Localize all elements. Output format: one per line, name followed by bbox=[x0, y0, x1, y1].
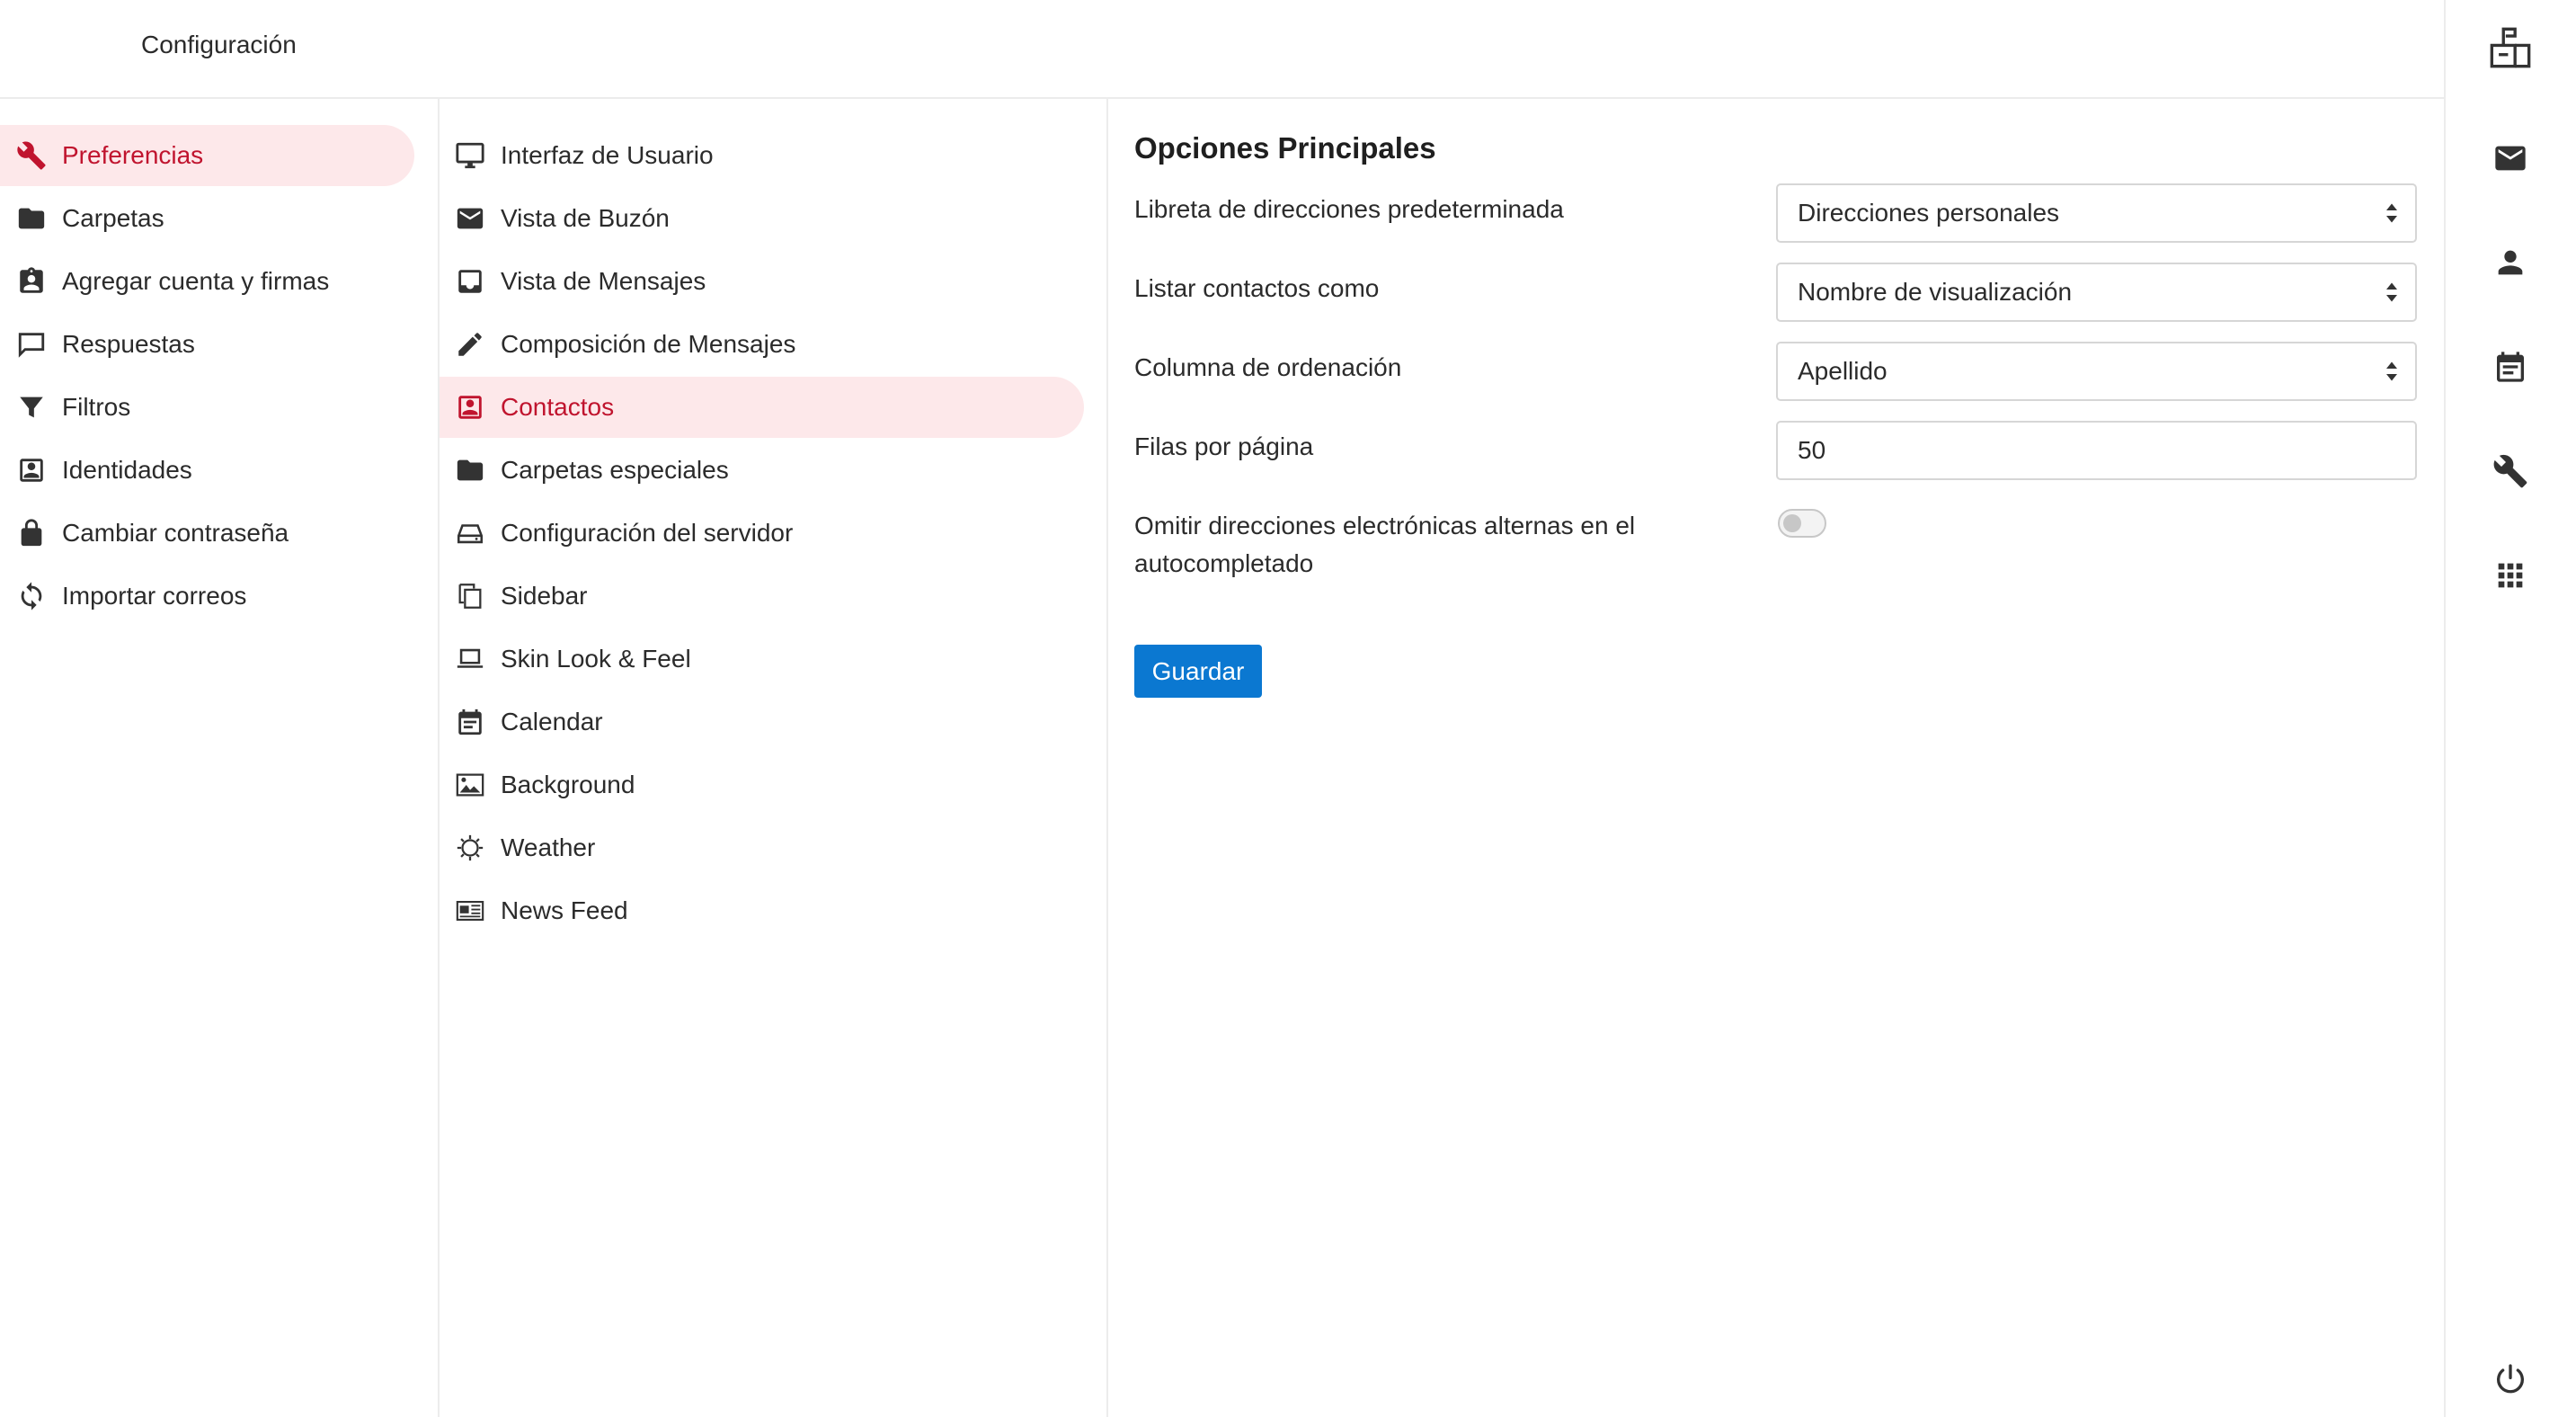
section-label: Contactos bbox=[501, 393, 615, 421]
sort-column-select[interactable]: Apellido bbox=[1776, 342, 2417, 401]
address-book-select[interactable]: Direcciones personales bbox=[1776, 183, 2417, 243]
settings-nav-respuestas[interactable]: Respuestas bbox=[0, 314, 414, 375]
mail-icon[interactable] bbox=[2491, 138, 2530, 178]
section-skin-look-feel[interactable]: Skin Look & Feel bbox=[440, 628, 1084, 690]
section-label: News Feed bbox=[501, 896, 628, 924]
calendar-icon bbox=[454, 706, 486, 738]
contact-card-icon bbox=[454, 391, 486, 423]
filter-icon bbox=[15, 391, 48, 423]
section-label: Sidebar bbox=[501, 582, 588, 610]
settings-nav-label: Agregar cuenta y firmas bbox=[62, 267, 330, 295]
settings-sidebar: Preferencias Carpetas Agregar cuenta y f… bbox=[0, 99, 440, 1417]
image-icon bbox=[454, 769, 486, 801]
select-value: Nombre de visualización bbox=[1798, 278, 2073, 306]
page-title: Configuración bbox=[141, 31, 297, 58]
sort-caret-icon bbox=[2386, 203, 2397, 223]
section-composicion-mensajes[interactable]: Composición de Mensajes bbox=[440, 314, 1084, 375]
server-drive-icon bbox=[454, 517, 486, 549]
contacts-person-icon[interactable] bbox=[2491, 243, 2530, 282]
chat-bubble-icon bbox=[15, 328, 48, 361]
power-icon[interactable] bbox=[2491, 1359, 2530, 1399]
settings-nav-label: Filtros bbox=[62, 393, 131, 421]
settings-nav-label: Identidades bbox=[62, 456, 192, 484]
copy-pages-icon bbox=[454, 580, 486, 612]
settings-nav-importar-correos[interactable]: Importar correos bbox=[0, 566, 414, 627]
address-book-label: Libreta de direcciones predeterminada bbox=[1134, 195, 1564, 223]
section-label: Carpetas especiales bbox=[501, 456, 729, 484]
wrench-icon bbox=[15, 139, 48, 172]
settings-nav-preferencias[interactable]: Preferencias bbox=[0, 125, 414, 186]
sort-caret-icon bbox=[2386, 282, 2397, 302]
section-label: Composición de Mensajes bbox=[501, 330, 796, 358]
settings-nav-carpetas[interactable]: Carpetas bbox=[0, 188, 414, 249]
list-contacts-select[interactable]: Nombre de visualización bbox=[1776, 263, 2417, 322]
section-vista-mensajes[interactable]: Vista de Mensajes bbox=[440, 251, 1084, 312]
save-button[interactable]: Guardar bbox=[1134, 645, 1262, 698]
settings-nav-identidades[interactable]: Identidades bbox=[0, 440, 414, 501]
section-news-feed[interactable]: News Feed bbox=[440, 880, 1084, 941]
toggle-knob bbox=[1783, 514, 1801, 532]
envelope-icon bbox=[454, 202, 486, 235]
section-label: Configuración del servidor bbox=[501, 519, 794, 547]
contacts-preferences-panel: Opciones Principales Libreta de direccio… bbox=[1108, 99, 2444, 1417]
section-contactos[interactable]: Contactos bbox=[440, 377, 1084, 438]
section-vista-buzon[interactable]: Vista de Buzón bbox=[440, 188, 1084, 249]
section-interfaz-usuario[interactable]: Interfaz de Usuario bbox=[440, 125, 1084, 186]
settings-nav-label: Cambiar contraseña bbox=[62, 519, 289, 547]
settings-nav-label: Preferencias bbox=[62, 141, 204, 169]
folder-icon bbox=[454, 454, 486, 486]
input-value: 50 bbox=[1798, 436, 1826, 464]
section-label: Vista de Buzón bbox=[501, 204, 670, 232]
skip-alternate-toggle[interactable] bbox=[1778, 509, 1826, 538]
settings-nav-cambiar-contrasena[interactable]: Cambiar contraseña bbox=[0, 503, 414, 564]
settings-nav-filtros[interactable]: Filtros bbox=[0, 377, 414, 438]
newspaper-icon bbox=[454, 895, 486, 927]
laptop-icon bbox=[454, 643, 486, 675]
account-badge-icon bbox=[15, 265, 48, 298]
lock-icon bbox=[15, 517, 48, 549]
section-label: Weather bbox=[501, 833, 596, 861]
sun-icon bbox=[454, 832, 486, 864]
section-weather[interactable]: Weather bbox=[440, 817, 1084, 878]
sort-column-label: Columna de ordenación bbox=[1134, 353, 1402, 381]
identity-card-icon bbox=[15, 454, 48, 486]
settings-nav-label: Importar correos bbox=[62, 582, 247, 610]
app-rail bbox=[2444, 0, 2576, 1417]
settings-nav-agregar-cuenta[interactable]: Agregar cuenta y firmas bbox=[0, 251, 414, 312]
calendar-icon[interactable] bbox=[2491, 347, 2530, 387]
section-sidebar[interactable]: Sidebar bbox=[440, 566, 1084, 627]
section-label: Background bbox=[501, 771, 635, 798]
sections-list: Interfaz de Usuario Vista de Buzón Vista… bbox=[440, 99, 1108, 1417]
section-configuracion-servidor[interactable]: Configuración del servidor bbox=[440, 503, 1084, 564]
inbox-tray-icon bbox=[454, 265, 486, 298]
apps-grid-icon[interactable] bbox=[2491, 556, 2530, 595]
sync-icon bbox=[15, 580, 48, 612]
settings-nav-label: Carpetas bbox=[62, 204, 164, 232]
settings-nav-label: Respuestas bbox=[62, 330, 195, 358]
folder-icon bbox=[15, 202, 48, 235]
monitor-icon bbox=[454, 139, 486, 172]
skip-alternate-label: Omitir direcciones electrónicas alternas… bbox=[1134, 512, 1636, 577]
top-bar: Configuración bbox=[0, 0, 2445, 99]
rows-per-page-label: Filas por página bbox=[1134, 432, 1314, 460]
settings-wrench-icon[interactable] bbox=[2491, 451, 2530, 491]
select-value: Apellido bbox=[1798, 357, 1888, 385]
section-carpetas-especiales[interactable]: Carpetas especiales bbox=[440, 440, 1084, 501]
section-title: Opciones Principales bbox=[1134, 131, 1436, 165]
select-value: Direcciones personales bbox=[1798, 199, 2060, 227]
section-label: Calendar bbox=[501, 708, 603, 735]
pencil-icon bbox=[454, 328, 486, 361]
section-label: Interfaz de Usuario bbox=[501, 141, 714, 169]
sort-caret-icon bbox=[2386, 361, 2397, 381]
section-label: Skin Look & Feel bbox=[501, 645, 691, 673]
section-label: Vista de Mensajes bbox=[501, 267, 706, 295]
section-background[interactable]: Background bbox=[440, 754, 1084, 815]
rows-per-page-input[interactable]: 50 bbox=[1776, 421, 2417, 480]
section-calendar[interactable]: Calendar bbox=[440, 691, 1084, 753]
list-contacts-label: Listar contactos como bbox=[1134, 274, 1380, 302]
